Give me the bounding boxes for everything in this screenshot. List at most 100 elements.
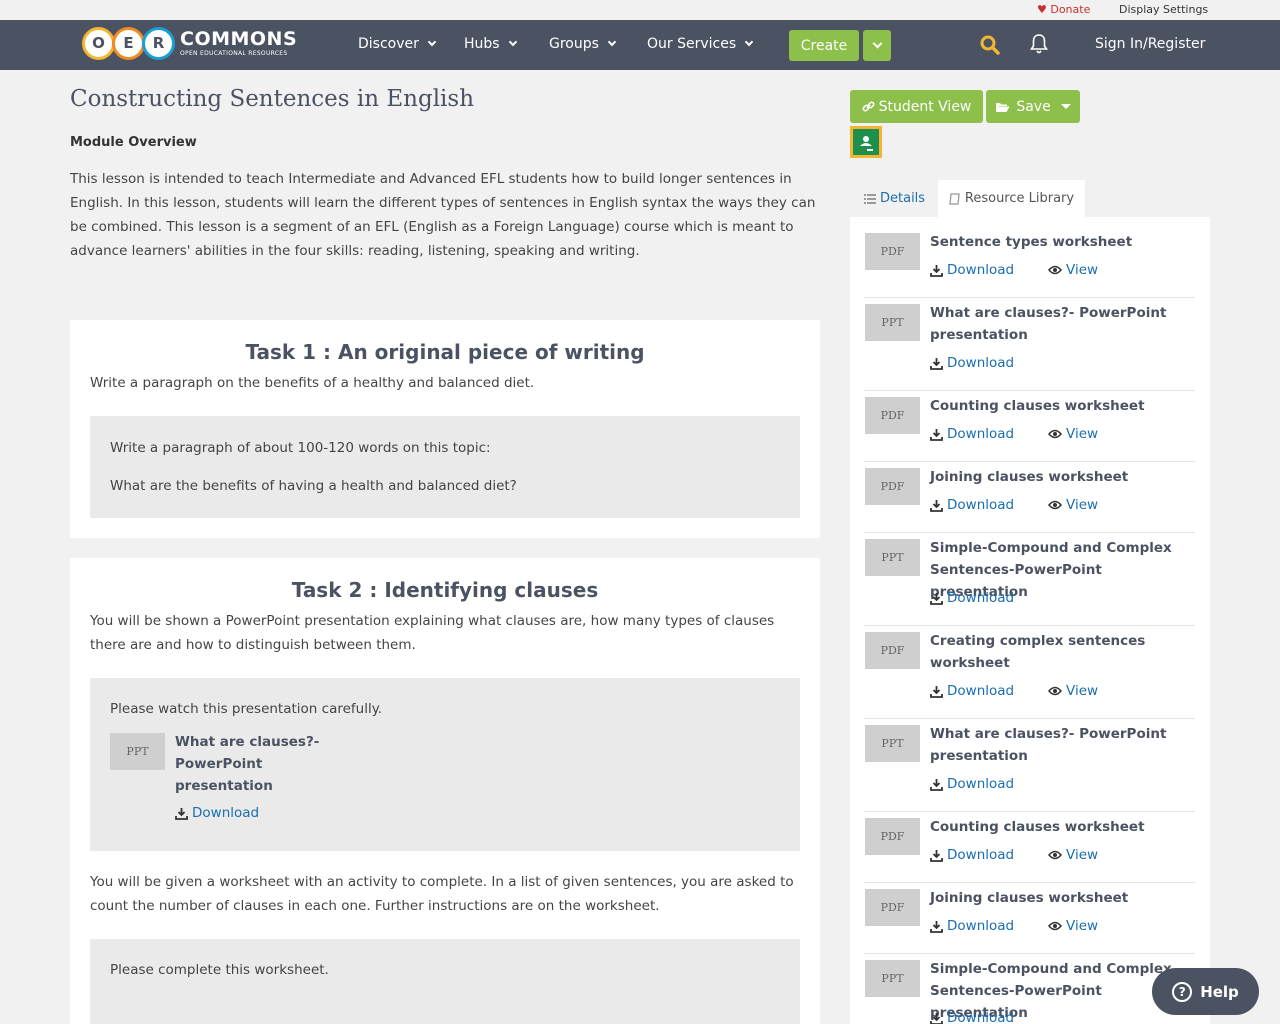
donate-link[interactable]: ♥ Donate xyxy=(1037,3,1090,16)
view-label: View xyxy=(1066,426,1099,442)
library-item-title[interactable]: What are clauses?- PowerPoint presentati… xyxy=(930,723,1190,767)
nav-groups[interactable]: Groups xyxy=(549,36,617,52)
download-link[interactable]: Download xyxy=(930,776,1014,792)
library-item-title[interactable]: Joining clauses worksheet xyxy=(930,466,1190,488)
download-label: Download xyxy=(947,847,1015,863)
download-icon xyxy=(930,592,943,605)
student-view-button[interactable]: Student View xyxy=(850,90,983,123)
library-item-title[interactable]: What are clauses?- PowerPoint presentati… xyxy=(930,302,1190,346)
help-label: Help xyxy=(1200,982,1239,1001)
create-dropdown-toggle[interactable] xyxy=(863,30,891,61)
file-type-badge: PDF xyxy=(865,818,920,855)
download-icon xyxy=(930,499,943,512)
help-button[interactable]: ? Help xyxy=(1152,968,1259,1015)
download-icon xyxy=(930,1012,943,1024)
view-link[interactable]: View xyxy=(1048,426,1098,442)
view-label: View xyxy=(1066,262,1099,278)
logo-o: O xyxy=(82,26,115,60)
bell-icon[interactable] xyxy=(1029,33,1049,55)
nav-hubs[interactable]: Hubs xyxy=(464,36,517,52)
view-label: View xyxy=(1066,847,1099,863)
task1-box-line2: What are the benefits of having a health… xyxy=(110,478,517,494)
task2-box2-text: Please complete this worksheet. xyxy=(110,962,329,978)
file-type-badge: PDF xyxy=(865,468,920,505)
nav-services-label: Our Services xyxy=(647,36,737,52)
library-item-title[interactable]: Joining clauses worksheet xyxy=(930,887,1190,909)
task2-resource-title[interactable]: What are clauses?- PowerPoint presentati… xyxy=(175,731,325,797)
sign-in-register-link[interactable]: Sign In/Register xyxy=(1095,36,1205,52)
view-link[interactable]: View xyxy=(1048,918,1098,934)
nav-discover[interactable]: Discover xyxy=(358,36,437,52)
view-link[interactable]: View xyxy=(1048,683,1098,699)
library-item: PPT Simple-Compound and Complex Sentence… xyxy=(864,533,1195,626)
file-type-badge: PDF xyxy=(865,397,920,434)
download-icon xyxy=(930,428,943,441)
download-icon xyxy=(930,778,943,791)
caret-down-icon xyxy=(1060,104,1071,109)
task1-text: Write a paragraph on the benefits of a h… xyxy=(90,375,535,391)
download-link[interactable]: Download xyxy=(930,1010,1014,1024)
file-type-badge: PDF xyxy=(865,632,920,669)
download-link[interactable]: Download xyxy=(930,426,1014,442)
task2-download-link[interactable]: Download xyxy=(175,805,259,821)
library-item-title[interactable]: Counting clauses worksheet xyxy=(930,816,1190,838)
create-button[interactable]: Create xyxy=(789,30,859,61)
save-button[interactable]: Save xyxy=(986,90,1080,123)
task2-worksheet-box: Please complete this worksheet. xyxy=(90,939,800,1024)
download-icon xyxy=(930,685,943,698)
download-link[interactable]: Download xyxy=(930,497,1014,513)
view-link[interactable]: View xyxy=(1048,262,1098,278)
eye-icon xyxy=(1048,686,1062,696)
save-label: Save xyxy=(1016,98,1051,115)
student-view-label: Student View xyxy=(878,98,972,115)
library-item: PPT Simple-Compound and Complex Sentence… xyxy=(864,954,1195,1024)
file-type-badge: PDF xyxy=(865,889,920,926)
main-navbar: O E R COMMONS OPEN EDUCATIONAL RESOURCES… xyxy=(0,20,1280,70)
download-label: Download xyxy=(947,1010,1015,1024)
library-item-title[interactable]: Creating complex sentences worksheet xyxy=(930,630,1190,674)
resource-library-panel: PDF Sentence types worksheet Download Vi… xyxy=(850,217,1210,1024)
view-label: View xyxy=(1066,918,1099,934)
view-label: View xyxy=(1066,683,1099,699)
library-item: PDF Creating complex sentences worksheet… xyxy=(864,626,1195,719)
download-link[interactable]: Download xyxy=(930,590,1014,606)
search-icon[interactable] xyxy=(980,35,1000,55)
download-link[interactable]: Download xyxy=(930,355,1014,371)
download-link[interactable]: Download xyxy=(930,918,1014,934)
view-link[interactable]: View xyxy=(1048,497,1098,513)
view-link[interactable]: View xyxy=(1048,847,1098,863)
display-settings-link[interactable]: Display Settings xyxy=(1119,3,1208,16)
download-link[interactable]: Download xyxy=(930,847,1014,863)
donate-label: Donate xyxy=(1050,3,1091,16)
nav-our-services[interactable]: Our Services xyxy=(647,36,754,52)
download-link[interactable]: Download xyxy=(930,683,1014,699)
download-label: Download xyxy=(947,262,1015,278)
download-label: Download xyxy=(947,918,1015,934)
oer-commons-logo[interactable]: O E R COMMONS OPEN EDUCATIONAL RESOURCES xyxy=(82,25,297,61)
eye-icon xyxy=(1048,500,1062,510)
google-classroom-icon[interactable] xyxy=(850,126,882,158)
download-icon xyxy=(175,807,188,820)
download-label: Download xyxy=(947,683,1015,699)
task2-text2: You will be given a worksheet with an ac… xyxy=(90,874,794,914)
library-item-title[interactable]: Sentence types worksheet xyxy=(930,231,1190,253)
download-link[interactable]: Download xyxy=(930,262,1014,278)
task1-box-line1: Write a paragraph of about 100-120 words… xyxy=(110,440,491,456)
eye-icon xyxy=(1048,429,1062,439)
task2-presentation-box: Please watch this presentation carefully… xyxy=(90,678,800,851)
library-item: PDF Counting clauses worksheet Download … xyxy=(864,391,1195,462)
task2-text: You will be shown a PowerPoint presentat… xyxy=(90,613,775,653)
library-item: PDF Joining clauses worksheet Download V… xyxy=(864,883,1195,954)
tab-library-label: Resource Library xyxy=(964,191,1075,206)
tab-resource-library[interactable]: Resource Library xyxy=(938,180,1085,217)
file-type-badge: PPT xyxy=(865,304,920,341)
task2-box-text: Please watch this presentation carefully… xyxy=(110,701,383,717)
task1-title: Task 1 : An original piece of writing xyxy=(245,340,645,364)
task1-instruction-box: Write a paragraph of about 100-120 words… xyxy=(90,416,800,518)
library-item-title[interactable]: Counting clauses worksheet xyxy=(930,395,1190,417)
tab-details[interactable]: Details xyxy=(864,191,925,206)
file-type-badge: PDF xyxy=(865,233,920,270)
module-overview-text: This lesson is intended to teach Interme… xyxy=(70,171,816,259)
logo-tagline: OPEN EDUCATIONAL RESOURCES xyxy=(180,49,288,57)
question-icon: ? xyxy=(1172,981,1193,1002)
